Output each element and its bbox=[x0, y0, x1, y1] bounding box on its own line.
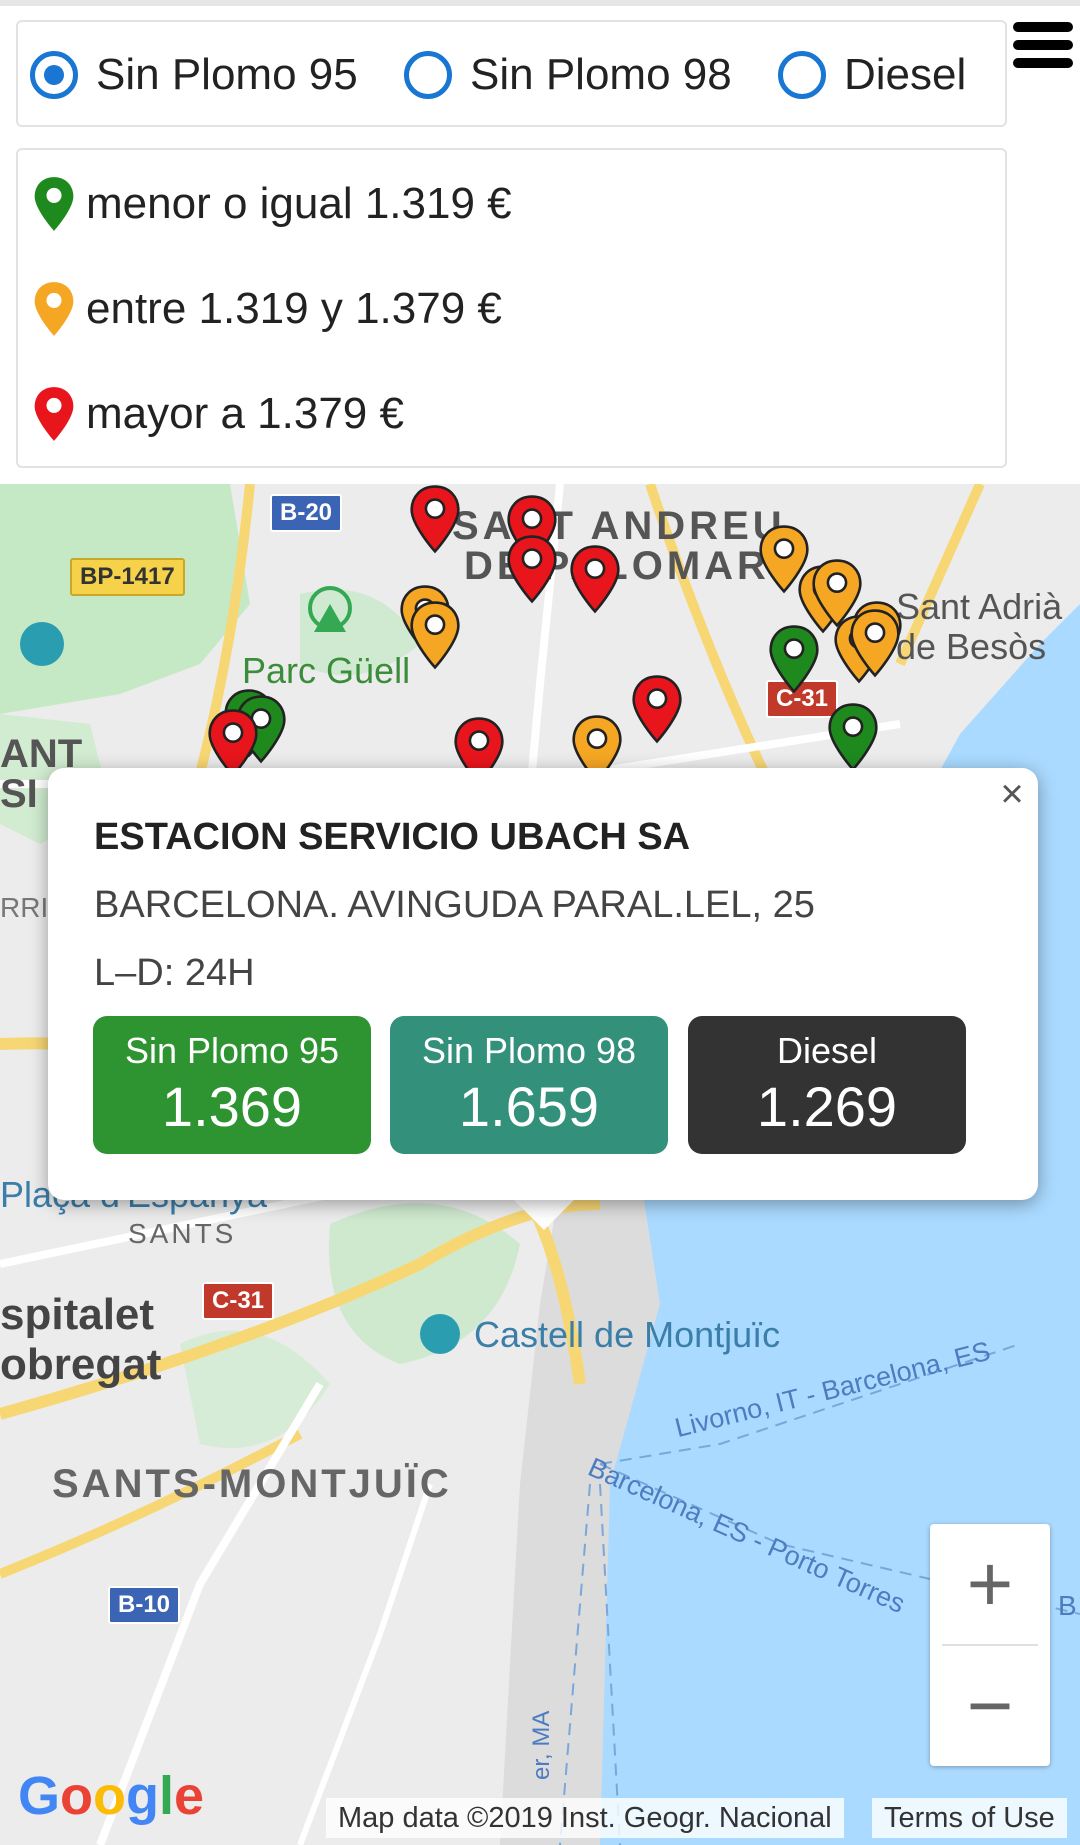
price-card-sin-plomo-98[interactable]: Sin Plomo 98 1.659 bbox=[390, 1016, 668, 1154]
road-tag-b10: B-10 bbox=[108, 1586, 181, 1624]
legend-label-low: menor o igual 1.319 € bbox=[86, 179, 512, 228]
radio-checked-icon[interactable] bbox=[30, 51, 78, 99]
price-name: Diesel bbox=[776, 1030, 878, 1071]
price-value: 1.659 bbox=[458, 1075, 600, 1138]
station-map-pin-icon[interactable] bbox=[568, 544, 622, 614]
radio-unchecked-icon[interactable] bbox=[404, 51, 452, 99]
radio-sin-plomo-98[interactable]: Sin Plomo 98 bbox=[404, 48, 732, 102]
price-card-diesel[interactable]: Diesel 1.269 bbox=[688, 1016, 966, 1154]
legend-item-mid: entre 1.319 y 1.379 € bbox=[32, 279, 502, 339]
legend-item-high: mayor a 1.379 € bbox=[32, 384, 404, 444]
map-label-moll: er, MA bbox=[528, 1710, 555, 1780]
terms-of-use-link[interactable]: Terms of Use bbox=[872, 1798, 1067, 1838]
zoom-in-button[interactable]: + bbox=[930, 1524, 1050, 1644]
map-label-edge-b: B bbox=[1058, 1590, 1077, 1621]
radio-label-sin-plomo-98: Sin Plomo 98 bbox=[470, 50, 732, 99]
price-value: 1.269 bbox=[756, 1075, 898, 1138]
station-map-pin-icon[interactable] bbox=[848, 608, 902, 678]
map-label-sant-adria: Sant Adrià bbox=[896, 586, 1063, 627]
road-tag-b20: B-20 bbox=[270, 494, 343, 532]
station-map-pin-icon[interactable] bbox=[826, 702, 880, 772]
google-logo[interactable]: Google bbox=[18, 1765, 204, 1827]
legend-label-mid: entre 1.319 y 1.379 € bbox=[86, 284, 502, 333]
price-name: Sin Plomo 98 bbox=[421, 1030, 637, 1071]
map-label-hospitalet: spitalet bbox=[0, 1290, 155, 1339]
zoom-out-button[interactable]: − bbox=[930, 1646, 1050, 1766]
radio-unchecked-icon[interactable] bbox=[778, 51, 826, 99]
map-label-sant-andreu: SANT ANDREU bbox=[452, 504, 786, 548]
fuel-type-selector: Sin Plomo 95 Sin Plomo 98 Diesel bbox=[16, 20, 1007, 127]
station-hours: L–D: 24H bbox=[94, 952, 255, 994]
map-label-rri: RRI bbox=[0, 892, 49, 923]
radio-sin-plomo-95[interactable]: Sin Plomo 95 bbox=[30, 48, 358, 102]
orange-map-pin-icon bbox=[34, 282, 74, 336]
map-label-castell-montjuic: Castell de Montjuïc bbox=[474, 1314, 781, 1355]
road-tag-bp1417: BP-1417 bbox=[70, 558, 185, 596]
green-map-pin-icon bbox=[34, 177, 74, 231]
map-attribution: Map data ©2019 Inst. Geogr. Nacional bbox=[326, 1798, 844, 1838]
radio-diesel[interactable]: Diesel bbox=[778, 48, 966, 102]
popup-tail bbox=[510, 1196, 578, 1230]
close-icon[interactable]: × bbox=[990, 772, 1034, 816]
red-map-pin-icon bbox=[34, 387, 74, 441]
map-label-llobregat: obregat bbox=[0, 1340, 162, 1389]
map-label-sants-montjuic: SANTS-MONTJUÏC bbox=[52, 1462, 452, 1506]
station-map-pin-icon[interactable] bbox=[767, 624, 821, 694]
price-name: Sin Plomo 95 bbox=[124, 1030, 340, 1071]
station-info-popup: × ESTACION SERVICIO UBACH SA BARCELONA. … bbox=[48, 768, 1038, 1200]
map-label-si: SI bbox=[0, 772, 38, 816]
map-view[interactable]: SANT ANDREU DE PALOMAR Sant Adrià de Bes… bbox=[0, 484, 1080, 1845]
station-map-pin-icon[interactable] bbox=[408, 484, 462, 554]
radio-label-diesel: Diesel bbox=[844, 50, 967, 99]
station-address: BARCELONA. AVINGUDA PARAL.LEL, 25 bbox=[94, 884, 815, 926]
station-map-pin-icon[interactable] bbox=[505, 534, 559, 604]
zoom-controls: + − bbox=[930, 1524, 1050, 1766]
station-name: ESTACION SERVICIO UBACH SA bbox=[94, 816, 691, 858]
hamburger-menu-icon[interactable] bbox=[1013, 22, 1073, 72]
map-label-sants: SANTS bbox=[128, 1218, 237, 1249]
road-tag-c31-bottom: C-31 bbox=[202, 1282, 275, 1320]
top-divider bbox=[0, 0, 1080, 6]
map-label-parc-guell: Parc Güell bbox=[242, 650, 411, 691]
price-value: 1.369 bbox=[161, 1075, 303, 1138]
map-label-de-besos: de Besòs bbox=[896, 626, 1047, 667]
station-map-pin-icon[interactable] bbox=[630, 674, 684, 744]
legend-item-low: menor o igual 1.319 € bbox=[32, 174, 512, 234]
legend-label-high: mayor a 1.379 € bbox=[86, 389, 404, 438]
radio-label-sin-plomo-95: Sin Plomo 95 bbox=[96, 50, 358, 99]
price-card-sin-plomo-95[interactable]: Sin Plomo 95 1.369 bbox=[93, 1016, 371, 1154]
price-legend: menor o igual 1.319 € entre 1.319 y 1.37… bbox=[16, 148, 1007, 468]
station-map-pin-icon[interactable] bbox=[408, 600, 462, 670]
